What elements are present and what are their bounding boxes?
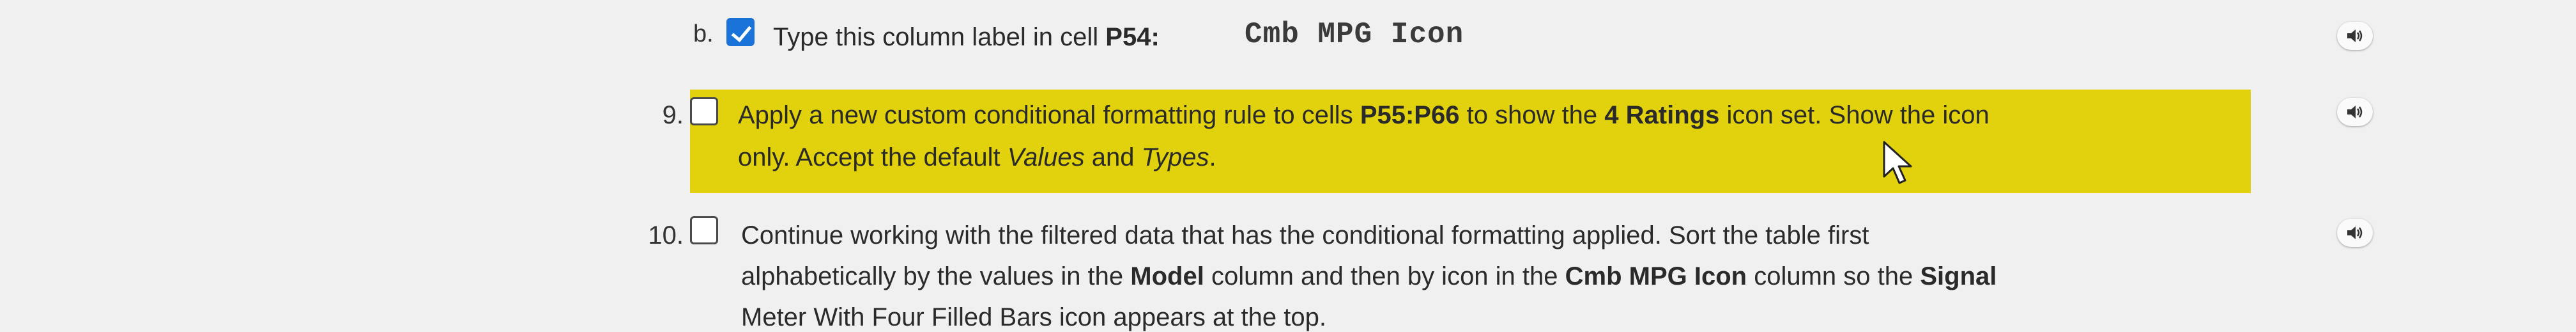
mouse-cursor-icon: [1882, 139, 1926, 191]
step-9-checkbox[interactable]: [690, 97, 718, 125]
step-b-checkbox[interactable]: [726, 18, 755, 46]
step-9-text: Apply a new custom conditional formattin…: [738, 101, 1360, 129]
step-9-audio-button[interactable]: [2337, 98, 2373, 126]
step-b-letter: b.: [693, 20, 714, 47]
step-9-text: only. Accept the default: [738, 143, 1008, 171]
step-9-line2: only. Accept the default Values and Type…: [738, 143, 1216, 172]
step-9-text: icon set. Show the icon: [1719, 101, 1989, 129]
speaker-icon: [2347, 226, 2363, 239]
step-b-cell: P54: [1105, 23, 1151, 51]
step-b-text: Type this column label in cell: [773, 23, 1106, 51]
step-10-number: 10.: [648, 221, 684, 249]
step-b-audio-button[interactable]: [2337, 22, 2373, 50]
step-10-line1: Continue working with the filtered data …: [741, 221, 1869, 249]
step-9-text: and: [1084, 143, 1142, 171]
step-10-line3-partial: Meter With Four Filled Bars icon appears…: [741, 303, 1326, 331]
step-b-label-value: Cmb MPG Icon: [1245, 18, 1464, 51]
step-9-text: to show the: [1459, 101, 1605, 129]
step-b-colon: :: [1151, 23, 1160, 51]
step-10-text: alphabetically by the values in the: [741, 262, 1131, 290]
step-9-number: 9.: [662, 101, 684, 129]
step-9-range: P55:P66: [1360, 101, 1460, 129]
step-10-text: column and then by icon in the: [1204, 262, 1565, 290]
step-b-instruction: Type this column label in cell P54:: [773, 23, 1160, 52]
step-10-text: column so the: [1747, 262, 1920, 290]
step-9-values: Values: [1007, 143, 1085, 171]
step-10-signal: Signal: [1920, 262, 1997, 290]
speaker-icon: [2347, 106, 2363, 118]
step-9-types: Types: [1141, 143, 1209, 171]
speaker-icon: [2347, 29, 2363, 42]
step-9-line1: Apply a new custom conditional formattin…: [738, 101, 1989, 130]
step-10-audio-button[interactable]: [2337, 219, 2373, 247]
step-9-iconset: 4 Ratings: [1604, 101, 1720, 129]
step-10-icon-column: Cmb MPG Icon: [1565, 262, 1747, 290]
step-10-model: Model: [1130, 262, 1204, 290]
step-10-line2: alphabetically by the values in the Mode…: [741, 262, 1997, 291]
step-9-text: .: [1209, 143, 1216, 171]
step-10-checkbox[interactable]: [690, 216, 718, 244]
